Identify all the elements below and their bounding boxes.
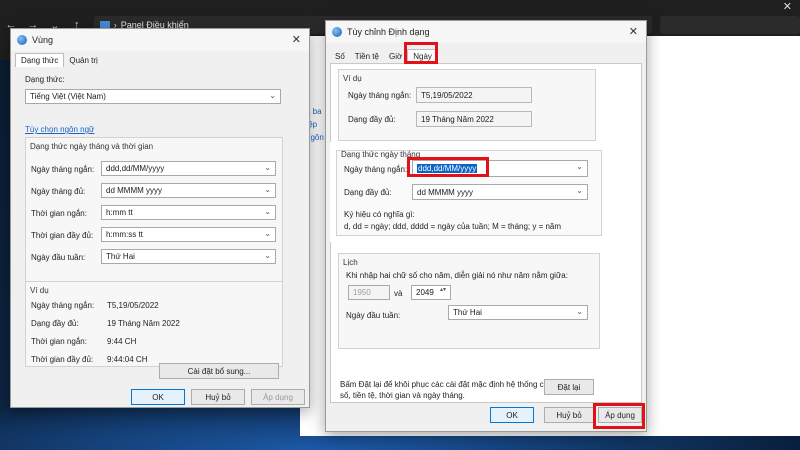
region-ok-button[interactable]: OK <box>131 389 185 405</box>
ex-short-date-value: T5,19/05/2022 <box>107 301 159 310</box>
chevron-down-icon: ⌄ <box>264 207 271 216</box>
globe-icon <box>17 35 27 45</box>
year-to-input[interactable]: 2049 ▴▾ <box>411 285 451 300</box>
red-callout-apply <box>593 403 645 429</box>
region-tab-body: Dạng thức: Tiếng Việt (Việt Nam) ⌄ Tùy c… <box>15 67 305 379</box>
example-group-label: Ví dụ <box>30 286 49 295</box>
region-dialog: Vùng ✕ Dạng thức Quản trị Dạng thức: Tiế… <box>10 28 310 408</box>
short-date-combo[interactable]: ddd,dd/MM/yyyy ⌄ <box>101 161 276 176</box>
ex-short-time-label: Thời gian ngắn: <box>31 337 87 346</box>
first-day-label: Ngày đầu tuần: <box>31 253 86 262</box>
year-from-input[interactable]: 1950 <box>348 285 390 300</box>
region-title: Vùng <box>32 35 54 45</box>
explorer-search-input[interactable] <box>660 16 800 34</box>
datetime-group-label: Dạng thức ngày tháng và thời gian <box>30 142 154 151</box>
first-day-value: Thứ Hai <box>106 252 135 261</box>
custom-example-group: Ví dụ <box>338 69 596 141</box>
ex-long-date-label: Dạng đầy đủ: <box>31 319 79 328</box>
ex-long-time-value: 9:44:04 CH <box>107 355 148 364</box>
custom-ok-button[interactable]: OK <box>490 407 534 423</box>
chevron-down-icon: ⌄ <box>576 307 583 316</box>
long-date-combo[interactable]: dd MMMM yyyy ⌄ <box>101 183 276 198</box>
ex-long-time-label: Thời gian đầy đủ: <box>31 355 94 364</box>
spinner-arrows-icon[interactable]: ▴▾ <box>440 286 446 293</box>
ex-short-time-value: 9:44 CH <box>107 337 137 346</box>
custom-first-day-label: Ngày đầu tuần: <box>346 311 401 320</box>
region-apply-button[interactable]: Áp dụng <box>251 389 305 405</box>
short-time-value: h:mm tt <box>106 208 133 217</box>
long-time-combo[interactable]: h:mm:ss tt ⌄ <box>101 227 276 242</box>
format-combo[interactable]: Tiếng Việt (Việt Nam) ⌄ <box>25 89 281 104</box>
long-date-format-combo[interactable]: dd MMMM yyyy ⌄ <box>412 184 588 200</box>
chevron-down-icon: ⌄ <box>264 251 271 260</box>
format-label: Dạng thức: <box>25 75 65 84</box>
additional-settings-button[interactable]: Cài đặt bổ sung... <box>159 363 279 379</box>
region-close-button[interactable]: ✕ <box>292 33 301 46</box>
custom-ex-long-value: 19 Tháng Năm 2022 <box>416 111 532 127</box>
long-time-label: Thời gian đầy đủ: <box>31 231 94 240</box>
calendar-group-label: Lịch <box>343 258 358 267</box>
custom-ex-short-value: T5,19/05/2022 <box>416 87 532 103</box>
short-time-label: Thời gian ngắn: <box>31 209 87 218</box>
long-date-value: dd MMMM yyyy <box>106 186 162 195</box>
custom-first-day-combo[interactable]: Thứ Hai ⌄ <box>448 305 588 320</box>
tab-currency[interactable]: Tiền tệ <box>350 50 384 63</box>
tab-admin[interactable]: Quản trị <box>64 54 102 67</box>
reset-button[interactable]: Đặt lại <box>544 379 594 395</box>
year-to-value: 2049 <box>416 288 434 297</box>
calendar-group: Lịch <box>338 253 600 349</box>
chevron-down-icon: ⌄ <box>269 91 276 100</box>
two-digit-year-text: Khi nhập hai chữ số cho năm, diễn giải n… <box>346 271 568 280</box>
short-date-label: Ngày tháng ngắn: <box>31 165 95 174</box>
globe-icon <box>332 27 342 37</box>
custom-cancel-button[interactable]: Huỷ bỏ <box>544 407 594 423</box>
explorer-close-button[interactable]: ✕ <box>783 0 792 13</box>
ex-long-date-value: 19 Tháng Năm 2022 <box>107 319 180 328</box>
ex-short-date-label: Ngày tháng ngắn: <box>31 301 95 310</box>
long-date-format-value: dd MMMM yyyy <box>417 187 473 197</box>
region-titlebar: Vùng <box>11 29 309 51</box>
language-preferences-link[interactable]: Tùy chọn ngôn ngữ <box>25 125 94 134</box>
customize-title: Tùy chỉnh Định dạng <box>347 27 430 37</box>
reset-description: Bấm Đặt lại để khôi phục các cài đặt mặc… <box>340 380 553 400</box>
format-combo-value: Tiếng Việt (Việt Nam) <box>30 92 106 101</box>
long-date-format-label: Dạng đầy đủ: <box>344 188 392 197</box>
chevron-down-icon: ⌄ <box>576 162 583 171</box>
short-date-value: ddd,dd/MM/yyyy <box>106 164 165 173</box>
tab-format[interactable]: Dạng thức <box>15 53 65 67</box>
tab-number[interactable]: Số <box>330 50 350 63</box>
custom-ex-short-label: Ngày tháng ngắn: <box>348 91 412 100</box>
red-callout-date-tab <box>404 42 438 64</box>
region-tabs: Dạng thức Quản trị <box>11 51 309 67</box>
long-date-label: Ngày tháng đủ: <box>31 187 86 196</box>
chevron-down-icon: ⌄ <box>264 185 271 194</box>
customize-tabs: Số Tiền tệ Giờ Ngày <box>326 47 646 63</box>
red-callout-short-date <box>407 157 489 177</box>
notation-text: d, dd = ngày; ddd, dddd = ngày của tuần;… <box>344 222 562 231</box>
chevron-down-icon: ⌄ <box>264 229 271 238</box>
chevron-down-icon: ⌄ <box>576 186 583 195</box>
custom-ex-long-label: Dạng đầy đủ: <box>348 115 396 124</box>
short-date-format-label: Ngày tháng ngắn: <box>344 165 408 174</box>
short-time-combo[interactable]: h:mm tt ⌄ <box>101 205 276 220</box>
chevron-down-icon: ⌄ <box>264 163 271 172</box>
first-day-combo[interactable]: Thứ Hai ⌄ <box>101 249 276 264</box>
customize-titlebar: Tùy chỉnh Định dạng <box>326 21 646 43</box>
custom-first-day-value: Thứ Hai <box>453 308 482 317</box>
custom-example-label: Ví dụ <box>343 74 362 83</box>
long-time-value: h:mm:ss tt <box>106 230 143 239</box>
and-label: và <box>394 289 403 298</box>
notation-title: Ký hiệu có nghĩa gì: <box>344 210 415 219</box>
region-cancel-button[interactable]: Huỷ bỏ <box>191 389 245 405</box>
customize-close-button[interactable]: ✕ <box>629 25 638 38</box>
